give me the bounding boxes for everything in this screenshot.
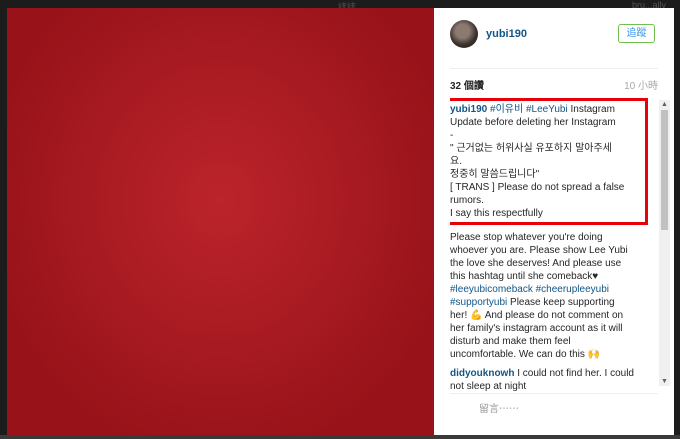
- hashtag-link[interactable]: #supportyubi: [450, 297, 507, 308]
- comment-line: #supportyubi Please keep supporting: [450, 296, 660, 309]
- caption-line: 정중히 말씀드립니다": [450, 169, 540, 180]
- caption-line: I say this respectfully: [450, 208, 543, 219]
- comment-line: uncomfortable. We can do this 🙌: [450, 349, 601, 360]
- post-side-panel: yubi190 追蹤 32 個讚 10 小時 yubi190 #이유비 #Lee…: [434, 8, 674, 435]
- comment-input[interactable]: [477, 403, 631, 416]
- scroll-down-arrow-icon[interactable]: ▼: [659, 377, 670, 386]
- comment-line: this hashtag until she comeback♥: [450, 271, 599, 282]
- comment-line: whoever you are. Please show Lee Yubi: [450, 245, 628, 256]
- caption-line: [ TRANS ] Please do not spread a false: [450, 182, 625, 193]
- hashtag-link[interactable]: #이유비: [490, 104, 523, 115]
- post-username[interactable]: yubi190: [486, 28, 527, 40]
- comment: didyouknowh I could not find her. I coul…: [450, 367, 660, 392]
- caption-line: -: [450, 130, 454, 141]
- comment-line: didyouknowh I could not find her. I coul…: [450, 367, 660, 380]
- avatar[interactable]: [450, 20, 478, 48]
- caption-line: " 근거없는 허위사실 유포하지 말아주세: [450, 143, 612, 154]
- post-stats: 32 個讚 10 小時: [450, 68, 658, 96]
- post-header: yubi190 追蹤: [434, 8, 674, 60]
- hashtag-link[interactable]: #leeyubicomeback #cheerupleeyubi: [450, 283, 660, 296]
- hashtag-link[interactable]: #LeeYubi: [526, 104, 568, 115]
- scroll-thumb[interactable]: [661, 110, 668, 230]
- comment-line: her! 💪 And please do not comment on: [450, 310, 624, 321]
- comments-feed[interactable]: yubi190 #이유비 #LeeYubi Instagram Update b…: [450, 98, 660, 392]
- comment-box: [450, 393, 658, 427]
- comment-line: the love she deserves! And please use: [450, 258, 622, 269]
- likes-count[interactable]: 32 個讚: [450, 77, 484, 92]
- comment-text: I could not find her. I could: [514, 368, 634, 379]
- caption-line: rumors.: [450, 195, 484, 206]
- caption-username[interactable]: yubi190: [450, 104, 487, 115]
- caption-line: 요.: [450, 156, 462, 167]
- comment-line: Please stop whatever you're doing: [450, 232, 603, 243]
- caption-text: Instagram: [570, 104, 615, 115]
- caption-line-first: yubi190 #이유비 #LeeYubi Instagram: [450, 103, 642, 116]
- comment-line: her family's instagram account as it wil…: [450, 323, 623, 334]
- post-caption: yubi190 #이유비 #LeeYubi Instagram Update b…: [450, 98, 648, 225]
- comment-line: disturb and make them feel: [450, 336, 571, 347]
- scroll-up-arrow-icon[interactable]: ▲: [659, 100, 670, 109]
- comment: Please stop whatever you're doing whoeve…: [450, 231, 660, 361]
- caption-line: Update before deleting her Instagram: [450, 117, 616, 128]
- post-photo[interactable]: [7, 8, 434, 435]
- comment-username[interactable]: didyouknowh: [450, 368, 514, 379]
- follow-button[interactable]: 追蹤: [618, 24, 655, 43]
- bottom-bar: [0, 435, 680, 439]
- comment-text: Please keep supporting: [507, 297, 615, 308]
- post-timestamp[interactable]: 10 小時: [624, 77, 658, 92]
- comments-scrollbar[interactable]: ▲ ▼: [659, 100, 670, 386]
- comment-line: not sleep at night: [450, 381, 527, 392]
